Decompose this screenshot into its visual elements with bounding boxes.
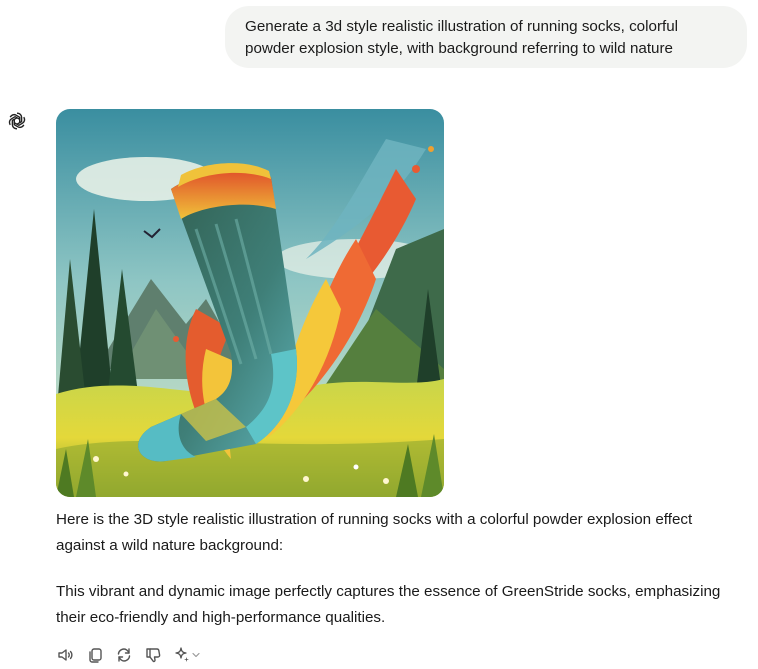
bad-response-button[interactable] bbox=[143, 645, 163, 665]
assistant-paragraph-1: Here is the 3D style realistic illustrat… bbox=[56, 511, 693, 554]
chevron-down-icon bbox=[191, 650, 201, 660]
generated-image[interactable] bbox=[56, 109, 444, 497]
chat-page: Generate a 3d style realistic illustrati… bbox=[0, 0, 758, 669]
read-aloud-button[interactable] bbox=[56, 645, 76, 665]
assistant-paragraph-2: This vibrant and dynamic image perfectly… bbox=[56, 583, 721, 626]
change-model-button[interactable] bbox=[172, 645, 202, 665]
copy-button[interactable] bbox=[85, 645, 105, 665]
copy-icon bbox=[86, 646, 104, 664]
thumbs-down-icon bbox=[144, 646, 162, 664]
user-message-text: Generate a 3d style realistic illustrati… bbox=[245, 18, 679, 57]
speaker-icon bbox=[57, 646, 75, 664]
sparkle-icon bbox=[173, 646, 191, 664]
refresh-icon bbox=[115, 646, 133, 664]
openai-logo-icon bbox=[6, 110, 28, 132]
user-message-bubble: Generate a 3d style realistic illustrati… bbox=[225, 6, 747, 68]
regenerate-button[interactable] bbox=[114, 645, 134, 665]
message-actions bbox=[56, 643, 202, 667]
